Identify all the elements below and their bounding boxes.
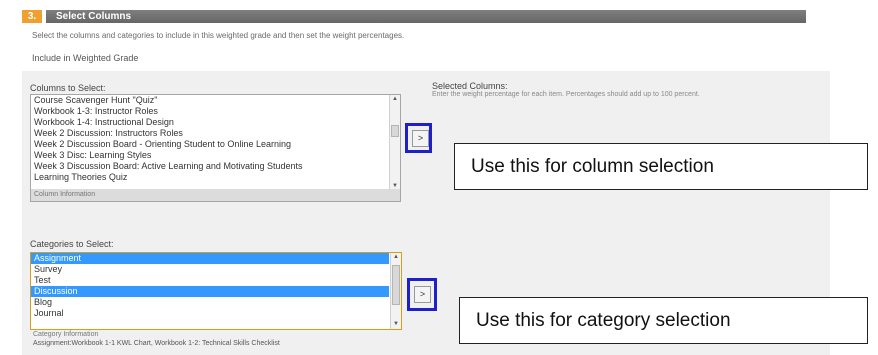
column-selection-callout: Use this for column selection [454, 143, 868, 190]
scroll-thumb[interactable] [392, 265, 400, 305]
column-option[interactable]: Course Scavenger Hunt "Quiz" [31, 95, 388, 106]
step-number-badge: 3. [22, 10, 42, 23]
columns-to-select-label: Columns to Select: [30, 83, 106, 93]
category-option-assignment[interactable]: Assignment [31, 253, 389, 264]
categories-listbox[interactable]: Assignment Survey Test Discussion Blog J… [30, 252, 402, 330]
column-option[interactable]: Week 3 Disc: Learning Styles [31, 150, 388, 161]
columns-listbox[interactable]: Course Scavenger Hunt "Quiz" Workbook 1-… [30, 94, 401, 202]
selected-columns-description: Enter the weight percentage for each ite… [432, 91, 700, 98]
category-option-blog[interactable]: Blog [31, 297, 389, 308]
add-column-button[interactable]: > [412, 130, 429, 147]
section-instructions: Select the columns and categories to inc… [32, 31, 405, 40]
category-option-discussion[interactable]: Discussion [31, 286, 389, 297]
section-title: Select Columns [46, 10, 806, 23]
category-information-label: Category Information [33, 331, 99, 338]
category-information-text: Assignment:Workbook 1-1 KWL Chart, Workb… [33, 340, 280, 347]
category-option-journal[interactable]: Journal [31, 308, 389, 319]
column-option[interactable]: Workbook 1-4: Instructional Design [31, 117, 388, 128]
add-category-button[interactable]: > [414, 286, 431, 303]
column-option[interactable]: Workbook 1-3: Instructor Roles [31, 106, 388, 117]
category-option-test[interactable]: Test [31, 275, 389, 286]
column-option[interactable]: Week 3 Discussion Board: Active Learning… [31, 161, 388, 172]
scroll-up-arrow-icon[interactable]: ▲ [390, 95, 400, 104]
category-options: Assignment Survey Test Discussion Blog J… [31, 253, 401, 319]
columns-scrollbar[interactable]: ▲ ▼ [389, 95, 400, 191]
scroll-down-arrow-icon[interactable]: ▼ [391, 320, 401, 329]
scroll-thumb[interactable] [391, 125, 399, 137]
category-option-survey[interactable]: Survey [31, 264, 389, 275]
column-option[interactable]: Week 2 Discussion Board - Orienting Stud… [31, 139, 388, 150]
column-information-label: Column Information [31, 189, 400, 201]
category-selection-callout: Use this for category selection [459, 297, 868, 344]
include-in-weighted-grade-label: Include in Weighted Grade [32, 53, 139, 63]
categories-to-select-label: Categories to Select: [30, 239, 114, 249]
columns-options: Course Scavenger Hunt "Quiz" Workbook 1-… [31, 95, 400, 183]
column-option[interactable]: Learning Theories Quiz [31, 172, 388, 183]
scroll-up-arrow-icon[interactable]: ▲ [391, 253, 401, 262]
categories-scrollbar[interactable]: ▲ ▼ [390, 253, 401, 329]
column-option[interactable]: Week 2 Discussion: Instructors Roles [31, 128, 388, 139]
